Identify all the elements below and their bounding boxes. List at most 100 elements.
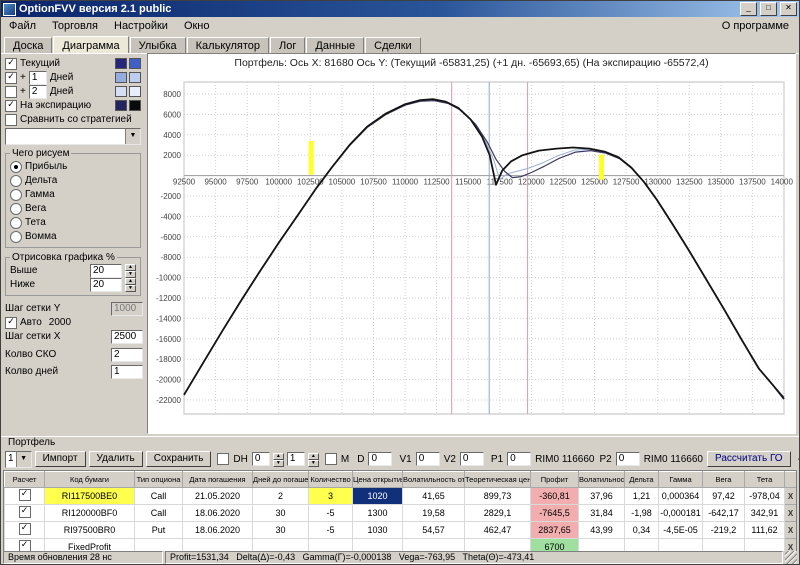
- cell-code[interactable]: RI120000BF0: [45, 505, 135, 522]
- row-calc-checkbox[interactable]: [19, 489, 31, 501]
- delete-row-button[interactable]: X: [785, 488, 797, 505]
- cell-date[interactable]: 18.06.2020: [183, 505, 253, 522]
- cell-qty[interactable]: [309, 539, 353, 553]
- cell-profit[interactable]: 2837,65: [531, 522, 579, 539]
- tab-board[interactable]: Доска: [4, 37, 52, 53]
- menu-settings[interactable]: Настройки: [106, 19, 176, 33]
- plus2-color-swatch-1[interactable]: [115, 86, 127, 97]
- cell-type[interactable]: Call: [135, 505, 183, 522]
- delete-row-button[interactable]: X: [785, 539, 797, 553]
- plus1-color-swatch-2[interactable]: [129, 72, 141, 83]
- cell-theor-price[interactable]: [465, 539, 531, 553]
- cell-code[interactable]: FixedProfit: [45, 539, 135, 553]
- close-button[interactable]: ✕: [780, 2, 797, 16]
- cell-profit[interactable]: 6700: [531, 539, 579, 553]
- v1-input[interactable]: 0: [416, 452, 440, 466]
- cell-theor-price[interactable]: 462,47: [465, 522, 531, 539]
- cell-open-vol[interactable]: 19,58: [403, 505, 465, 522]
- maximize-button[interactable]: □: [760, 2, 777, 16]
- current-color-swatch-1[interactable]: [115, 58, 127, 69]
- tab-calculator[interactable]: Калькулятор: [187, 37, 269, 53]
- row-calc-checkbox[interactable]: [19, 506, 31, 518]
- cell-vol[interactable]: [579, 539, 625, 553]
- expiration-color-swatch-1[interactable]: [115, 100, 127, 111]
- cell-vol[interactable]: 31,84: [579, 505, 625, 522]
- cell-profit[interactable]: -7645,5: [531, 505, 579, 522]
- sko-count-input[interactable]: 2: [111, 348, 143, 362]
- cell-type[interactable]: Call: [135, 488, 183, 505]
- pnl-chart[interactable]: -22000-20000-18000-16000-14000-12000-100…: [148, 70, 793, 430]
- cell-vol[interactable]: 43,99: [579, 522, 625, 539]
- d-input[interactable]: 0: [368, 452, 392, 466]
- tab-diagram[interactable]: Диаграмма: [53, 36, 128, 53]
- spin-down-icon[interactable]: ▼: [125, 285, 136, 292]
- cell-open-vol[interactable]: 41,65: [403, 488, 465, 505]
- radio-profit[interactable]: [10, 161, 22, 173]
- cell-type[interactable]: Put: [135, 522, 183, 539]
- expiration-color-swatch-2[interactable]: [129, 100, 141, 111]
- cell-date[interactable]: 18.06.2020: [183, 522, 253, 539]
- cell-open-vol[interactable]: 54,57: [403, 522, 465, 539]
- p2-input[interactable]: 0: [616, 452, 640, 466]
- cell-theor-price[interactable]: 899,73: [465, 488, 531, 505]
- portfolio-set-select[interactable]: 1 ▼: [5, 451, 32, 468]
- cell-gamma[interactable]: -4,5E-05: [659, 522, 703, 539]
- spin-down-icon[interactable]: ▼: [273, 460, 284, 467]
- spin-up-icon[interactable]: ▲: [273, 453, 284, 460]
- dropdown-arrow-icon[interactable]: ▼: [125, 129, 140, 144]
- spin-up-icon[interactable]: ▲: [308, 453, 319, 460]
- tab-smile[interactable]: Улыбка: [130, 37, 186, 53]
- current-curve-checkbox[interactable]: [5, 58, 17, 70]
- cell-vol[interactable]: 37,96: [579, 488, 625, 505]
- import-button[interactable]: Импорт: [35, 451, 86, 467]
- expiration-curve-checkbox[interactable]: [5, 100, 17, 112]
- days-count-input[interactable]: 1: [111, 365, 143, 379]
- cell-gamma[interactable]: -0,000181: [659, 505, 703, 522]
- plus1-days-input[interactable]: 1: [29, 71, 47, 85]
- cell-days[interactable]: 30: [253, 522, 309, 539]
- radio-delta[interactable]: [10, 175, 22, 187]
- radio-gamma[interactable]: [10, 189, 22, 201]
- plus1-curve-checkbox[interactable]: [5, 72, 17, 84]
- cell-qty[interactable]: -5: [309, 522, 353, 539]
- cell-gamma[interactable]: 0,000364: [659, 488, 703, 505]
- delete-row-button[interactable]: X: [785, 505, 797, 522]
- calc-go-button[interactable]: Рассчитать ГО: [707, 451, 791, 467]
- grid-step-y-input[interactable]: 1000: [111, 302, 143, 316]
- cell-code[interactable]: RI97500BR0: [45, 522, 135, 539]
- tab-deals[interactable]: Сделки: [365, 37, 421, 53]
- below-input[interactable]: 20: [90, 278, 122, 292]
- cell-theta[interactable]: 111,62: [745, 522, 785, 539]
- strategy-select[interactable]: ▼: [5, 128, 141, 145]
- cell-theor-price[interactable]: 2829,1: [465, 505, 531, 522]
- spin-up-icon[interactable]: ▲: [125, 278, 136, 285]
- tab-log[interactable]: Лог: [270, 37, 305, 53]
- cell-open-price[interactable]: 1020: [353, 488, 403, 505]
- cell-date[interactable]: [183, 539, 253, 553]
- radio-vomma[interactable]: [10, 231, 22, 243]
- cell-profit[interactable]: -360,81: [531, 488, 579, 505]
- plus2-color-swatch-2[interactable]: [129, 86, 141, 97]
- cell-vega[interactable]: -219,2: [703, 522, 745, 539]
- cell-vega[interactable]: 97,42: [703, 488, 745, 505]
- spin-down-icon[interactable]: ▼: [125, 271, 136, 278]
- cell-type[interactable]: [135, 539, 183, 553]
- tab-data[interactable]: Данные: [306, 37, 364, 53]
- cell-days[interactable]: 2: [253, 488, 309, 505]
- cell-delta[interactable]: [625, 539, 659, 553]
- menu-trading[interactable]: Торговля: [44, 19, 106, 33]
- p1-input[interactable]: 0: [507, 452, 531, 466]
- plus2-days-input[interactable]: 2: [29, 85, 47, 99]
- minimize-button[interactable]: _: [740, 2, 757, 16]
- cell-gamma[interactable]: [659, 539, 703, 553]
- cell-open-price[interactable]: 1030: [353, 522, 403, 539]
- dh-spin2-input[interactable]: 1: [287, 452, 305, 466]
- cell-date[interactable]: 21.05.2020: [183, 488, 253, 505]
- cell-code[interactable]: RI117500BE0: [45, 488, 135, 505]
- cell-days[interactable]: 30: [253, 505, 309, 522]
- plus1-color-swatch-1[interactable]: [115, 72, 127, 83]
- menu-file[interactable]: Файл: [1, 19, 44, 33]
- plus2-curve-checkbox[interactable]: [5, 86, 17, 98]
- dh-checkbox[interactable]: [217, 453, 229, 465]
- dropdown-arrow-icon[interactable]: ▼: [16, 452, 31, 467]
